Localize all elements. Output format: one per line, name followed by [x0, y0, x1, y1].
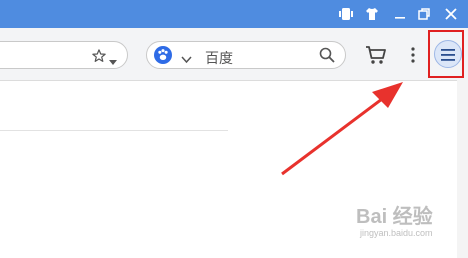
watermark-url: jingyan.baidu.com: [360, 228, 433, 238]
watermark-brand: Bai 经验: [356, 206, 433, 228]
baidu-jingyan-watermark: Bai 经验 jingyan.baidu.com: [350, 198, 462, 244]
